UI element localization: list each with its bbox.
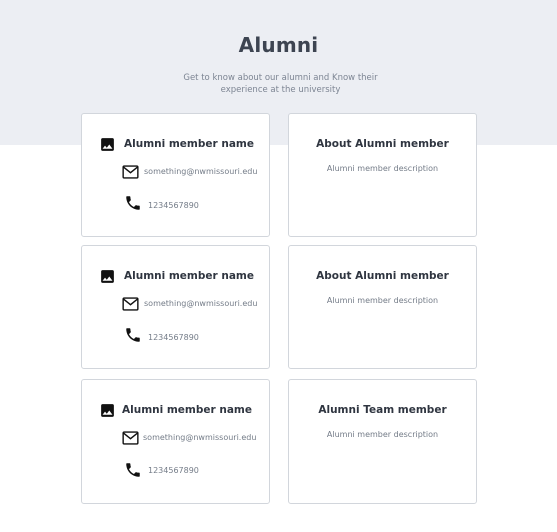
image-icon	[101, 404, 114, 417]
mail-icon	[122, 165, 139, 179]
member-phone[interactable]: 1234567890	[148, 466, 199, 475]
page-title: Alumni	[238, 33, 319, 57]
member-name: Alumni member name	[122, 404, 252, 416]
member-email[interactable]: something@nwmissouri.edu	[143, 433, 256, 442]
image-icon	[101, 138, 114, 151]
alumni-profile-card: Alumni member name something@nwmissouri.…	[81, 379, 270, 504]
about-description: Alumni member description	[326, 164, 439, 173]
phone-icon	[126, 196, 140, 210]
image-icon	[101, 270, 114, 283]
member-email[interactable]: something@nwmissouri.edu	[144, 167, 257, 176]
page-subtitle: Get to know about our alumni and Know th…	[183, 73, 378, 95]
about-title: About Alumni member	[316, 138, 449, 150]
member-phone[interactable]: 1234567890	[148, 201, 199, 210]
alumni-about-card: About Alumni member Alumni member descri…	[288, 113, 477, 237]
member-phone[interactable]: 1234567890	[148, 333, 199, 342]
phone-icon	[126, 328, 140, 342]
mail-icon	[122, 297, 139, 311]
alumni-profile-card: Alumni member name something@nwmissouri.…	[81, 113, 270, 237]
member-email[interactable]: something@nwmissouri.edu	[144, 299, 257, 308]
about-title: Alumni Team member	[318, 404, 447, 416]
alumni-profile-card: Alumni member name something@nwmissouri.…	[81, 245, 270, 369]
member-name: Alumni member name	[124, 138, 254, 150]
alumni-about-card: Alumni Team member Alumni member descrip…	[288, 379, 477, 504]
phone-icon	[126, 463, 140, 477]
mail-icon	[122, 431, 139, 445]
about-title: About Alumni member	[316, 270, 449, 282]
member-name: Alumni member name	[124, 270, 254, 282]
about-description: Alumni member description	[326, 430, 439, 439]
about-description: Alumni member description	[326, 296, 439, 305]
alumni-about-card: About Alumni member Alumni member descri…	[288, 245, 477, 369]
